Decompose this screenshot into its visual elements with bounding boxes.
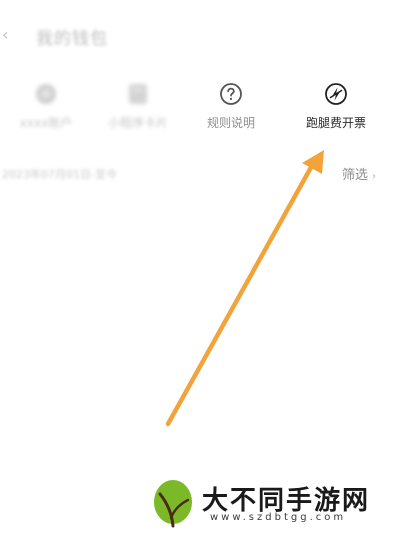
shortcut-label: 小程序卡片	[107, 116, 168, 130]
watermark-url: www.szdbtgg.com	[210, 512, 347, 523]
card-icon	[129, 84, 147, 104]
filter-label: 筛选	[342, 168, 369, 183]
shortcut-invoice[interactable]: 跑腿费开票	[296, 76, 376, 138]
shortcut-label: xxxx账户	[19, 116, 73, 130]
records-header: 2023年07月01日-至今 筛选 ›	[0, 160, 400, 186]
screen: ‹ 我的钱包 xxxx账户 小程序卡片 规则说明 跑腿费开票 2023年07月0…	[0, 0, 400, 533]
no-lightning-icon	[325, 83, 347, 105]
question-circle-icon	[220, 83, 242, 105]
shortcut-label: 跑腿费开票	[305, 116, 366, 130]
shortcut-miniprogram[interactable]: 小程序卡片	[98, 76, 178, 138]
date-range: 2023年07月01日-至今	[2, 168, 117, 181]
shortcut-rules[interactable]: 规则说明	[191, 76, 271, 138]
shortcut-label: 规则说明	[206, 116, 255, 130]
filter-button[interactable]: 筛选 ›	[342, 164, 376, 183]
shortcut-account[interactable]: xxxx账户	[6, 76, 86, 138]
page-title: 我的钱包	[36, 29, 108, 49]
shortcut-row: xxxx账户 小程序卡片 规则说明 跑腿费开票	[0, 76, 400, 138]
chevron-down-icon: ›	[372, 171, 377, 182]
watermark: 大不同手游网 www.szdbtgg.com	[150, 478, 396, 530]
chevron-left-icon: ‹	[2, 25, 9, 44]
back-button[interactable]: ‹	[2, 26, 16, 44]
leaf-logo-icon	[154, 480, 192, 528]
top-bar: ‹ 我的钱包	[0, 0, 400, 72]
circle-icon	[36, 84, 56, 104]
